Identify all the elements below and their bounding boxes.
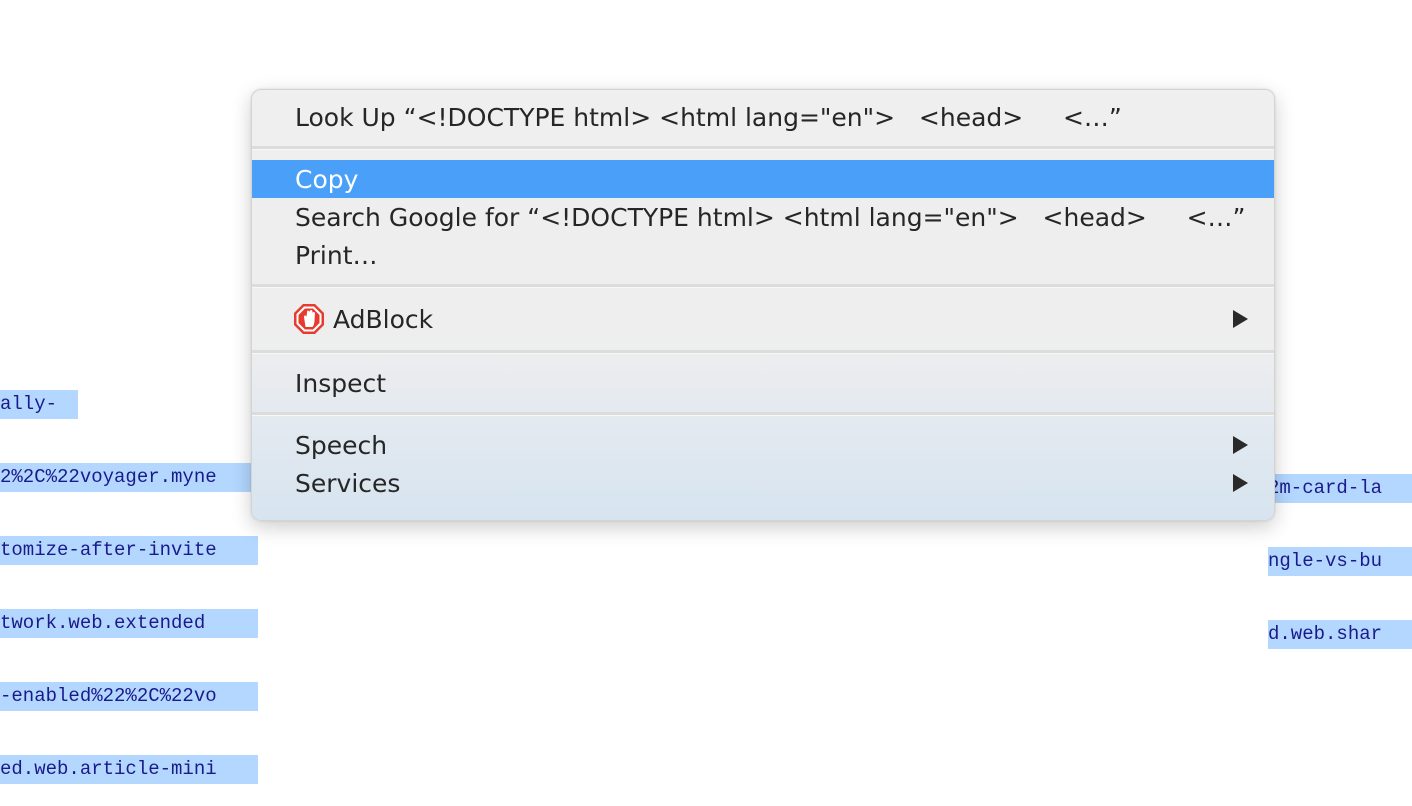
menu-separator — [252, 412, 1274, 416]
chevron-right-icon — [1233, 310, 1248, 328]
menu-separator — [252, 350, 1274, 354]
menu-item-label: Print… — [295, 240, 378, 270]
menu-item-look-up[interactable]: Look Up “<!DOCTYPE html> <html lang="en"… — [252, 98, 1274, 136]
menu-item-search-google[interactable]: Search Google for “<!DOCTYPE html> <html… — [252, 198, 1274, 236]
chevron-right-icon — [1233, 474, 1248, 492]
menu-item-label: Services — [295, 468, 401, 498]
source-text-line: twork.web.extended — [0, 609, 258, 638]
menu-item-label: Copy — [295, 164, 359, 194]
menu-item-speech[interactable]: Speech — [252, 426, 1274, 464]
menu-item-label: AdBlock — [333, 304, 434, 334]
context-menu: Look Up “<!DOCTYPE html> <html lang="en"… — [251, 89, 1275, 521]
source-text-line: ally- — [0, 390, 78, 419]
menu-item-label: Speech — [295, 430, 388, 460]
selected-source-text-left: ally- 2%2C%22voyager.myne tomize-after-i… — [0, 346, 258, 806]
menu-item-print[interactable]: Print… — [252, 236, 1274, 274]
chevron-right-icon — [1233, 436, 1248, 454]
source-text-line: 2%2C%22voyager.myne — [0, 463, 258, 492]
menu-item-label: Look Up “<!DOCTYPE html> <html lang="en"… — [295, 102, 1122, 132]
source-text-line: d.web.shar — [1268, 620, 1412, 649]
source-text-line: tomize-after-invite — [0, 536, 258, 565]
menu-separator — [252, 146, 1274, 150]
menu-item-label: Search Google for “<!DOCTYPE html> <html… — [295, 202, 1246, 232]
adblock-icon — [294, 304, 324, 334]
menu-item-label: Inspect — [295, 368, 387, 398]
menu-item-adblock[interactable]: AdBlock — [252, 300, 1274, 338]
source-text-line: 2m-card-la — [1268, 474, 1412, 503]
menu-item-copy[interactable]: Copy — [252, 160, 1274, 198]
menu-item-services[interactable]: Services — [252, 464, 1274, 502]
source-text-line: -enabled%22%2C%22vo — [0, 682, 258, 711]
menu-item-inspect[interactable]: Inspect — [252, 364, 1274, 402]
selected-source-text-right: 2m-card-la ngle-vs-bu d.web.shar — [1268, 430, 1412, 671]
menu-separator — [252, 284, 1274, 288]
source-text-line: ngle-vs-bu — [1268, 547, 1412, 576]
source-text-line: ed.web.article-mini — [0, 755, 258, 784]
